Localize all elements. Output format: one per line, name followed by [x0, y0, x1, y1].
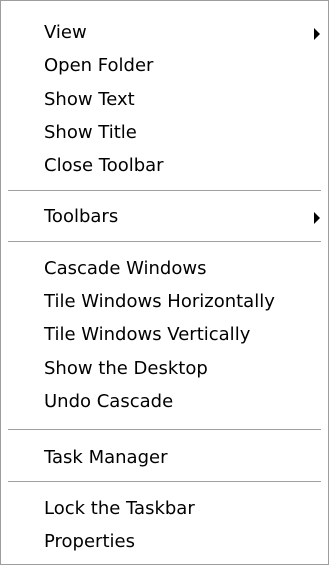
menu-item-close-toolbar[interactable]: Close Toolbar — [1, 149, 328, 183]
menu-item-task-manager[interactable]: Task Manager — [1, 441, 328, 475]
menu-item-tile-horizontally[interactable]: Tile Windows Horizontally — [1, 285, 328, 319]
menu-item-label: Toolbars — [44, 206, 119, 227]
menu-item-label: Task Manager — [44, 447, 168, 468]
menu-separator — [8, 190, 321, 192]
menu-item-label: Show Title — [44, 122, 137, 143]
menu-item-label: Properties — [44, 531, 135, 552]
menu-separator — [8, 429, 321, 431]
menu-item-label: Show the Desktop — [44, 358, 208, 379]
menu-item-label: Cascade Windows — [44, 258, 207, 279]
menu-item-show-text[interactable]: Show Text — [1, 83, 328, 117]
menu-item-toolbars[interactable]: Toolbars — [1, 200, 328, 234]
menu-item-view[interactable]: View — [1, 16, 328, 50]
menu-item-show-desktop[interactable]: Show the Desktop — [1, 352, 328, 386]
menu-item-open-folder[interactable]: Open Folder — [1, 49, 328, 83]
menu-item-lock-taskbar[interactable]: Lock the Taskbar — [1, 492, 328, 526]
menu-item-show-title[interactable]: Show Title — [1, 116, 328, 150]
menu-item-label: View — [44, 22, 87, 43]
menu-item-label: Open Folder — [44, 55, 154, 76]
menu-item-cascade-windows[interactable]: Cascade Windows — [1, 252, 328, 286]
menu-item-label: Close Toolbar — [44, 155, 164, 176]
menu-item-label: Tile Windows Vertically — [44, 324, 251, 345]
menu-item-label: Tile Windows Horizontally — [44, 291, 275, 312]
taskbar-context-menu: View Open Folder Show Text Show Title Cl… — [0, 0, 329, 565]
menu-item-label: Undo Cascade — [44, 391, 174, 412]
submenu-arrow-icon — [314, 212, 320, 224]
menu-item-label: Show Text — [44, 89, 135, 110]
menu-item-properties[interactable]: Properties — [1, 525, 328, 559]
menu-item-label: Lock the Taskbar — [44, 498, 195, 519]
menu-separator — [8, 481, 321, 483]
menu-separator — [8, 241, 321, 243]
submenu-arrow-icon — [314, 28, 320, 40]
menu-item-tile-vertically[interactable]: Tile Windows Vertically — [1, 318, 328, 352]
menu-item-undo-cascade[interactable]: Undo Cascade — [1, 385, 328, 419]
